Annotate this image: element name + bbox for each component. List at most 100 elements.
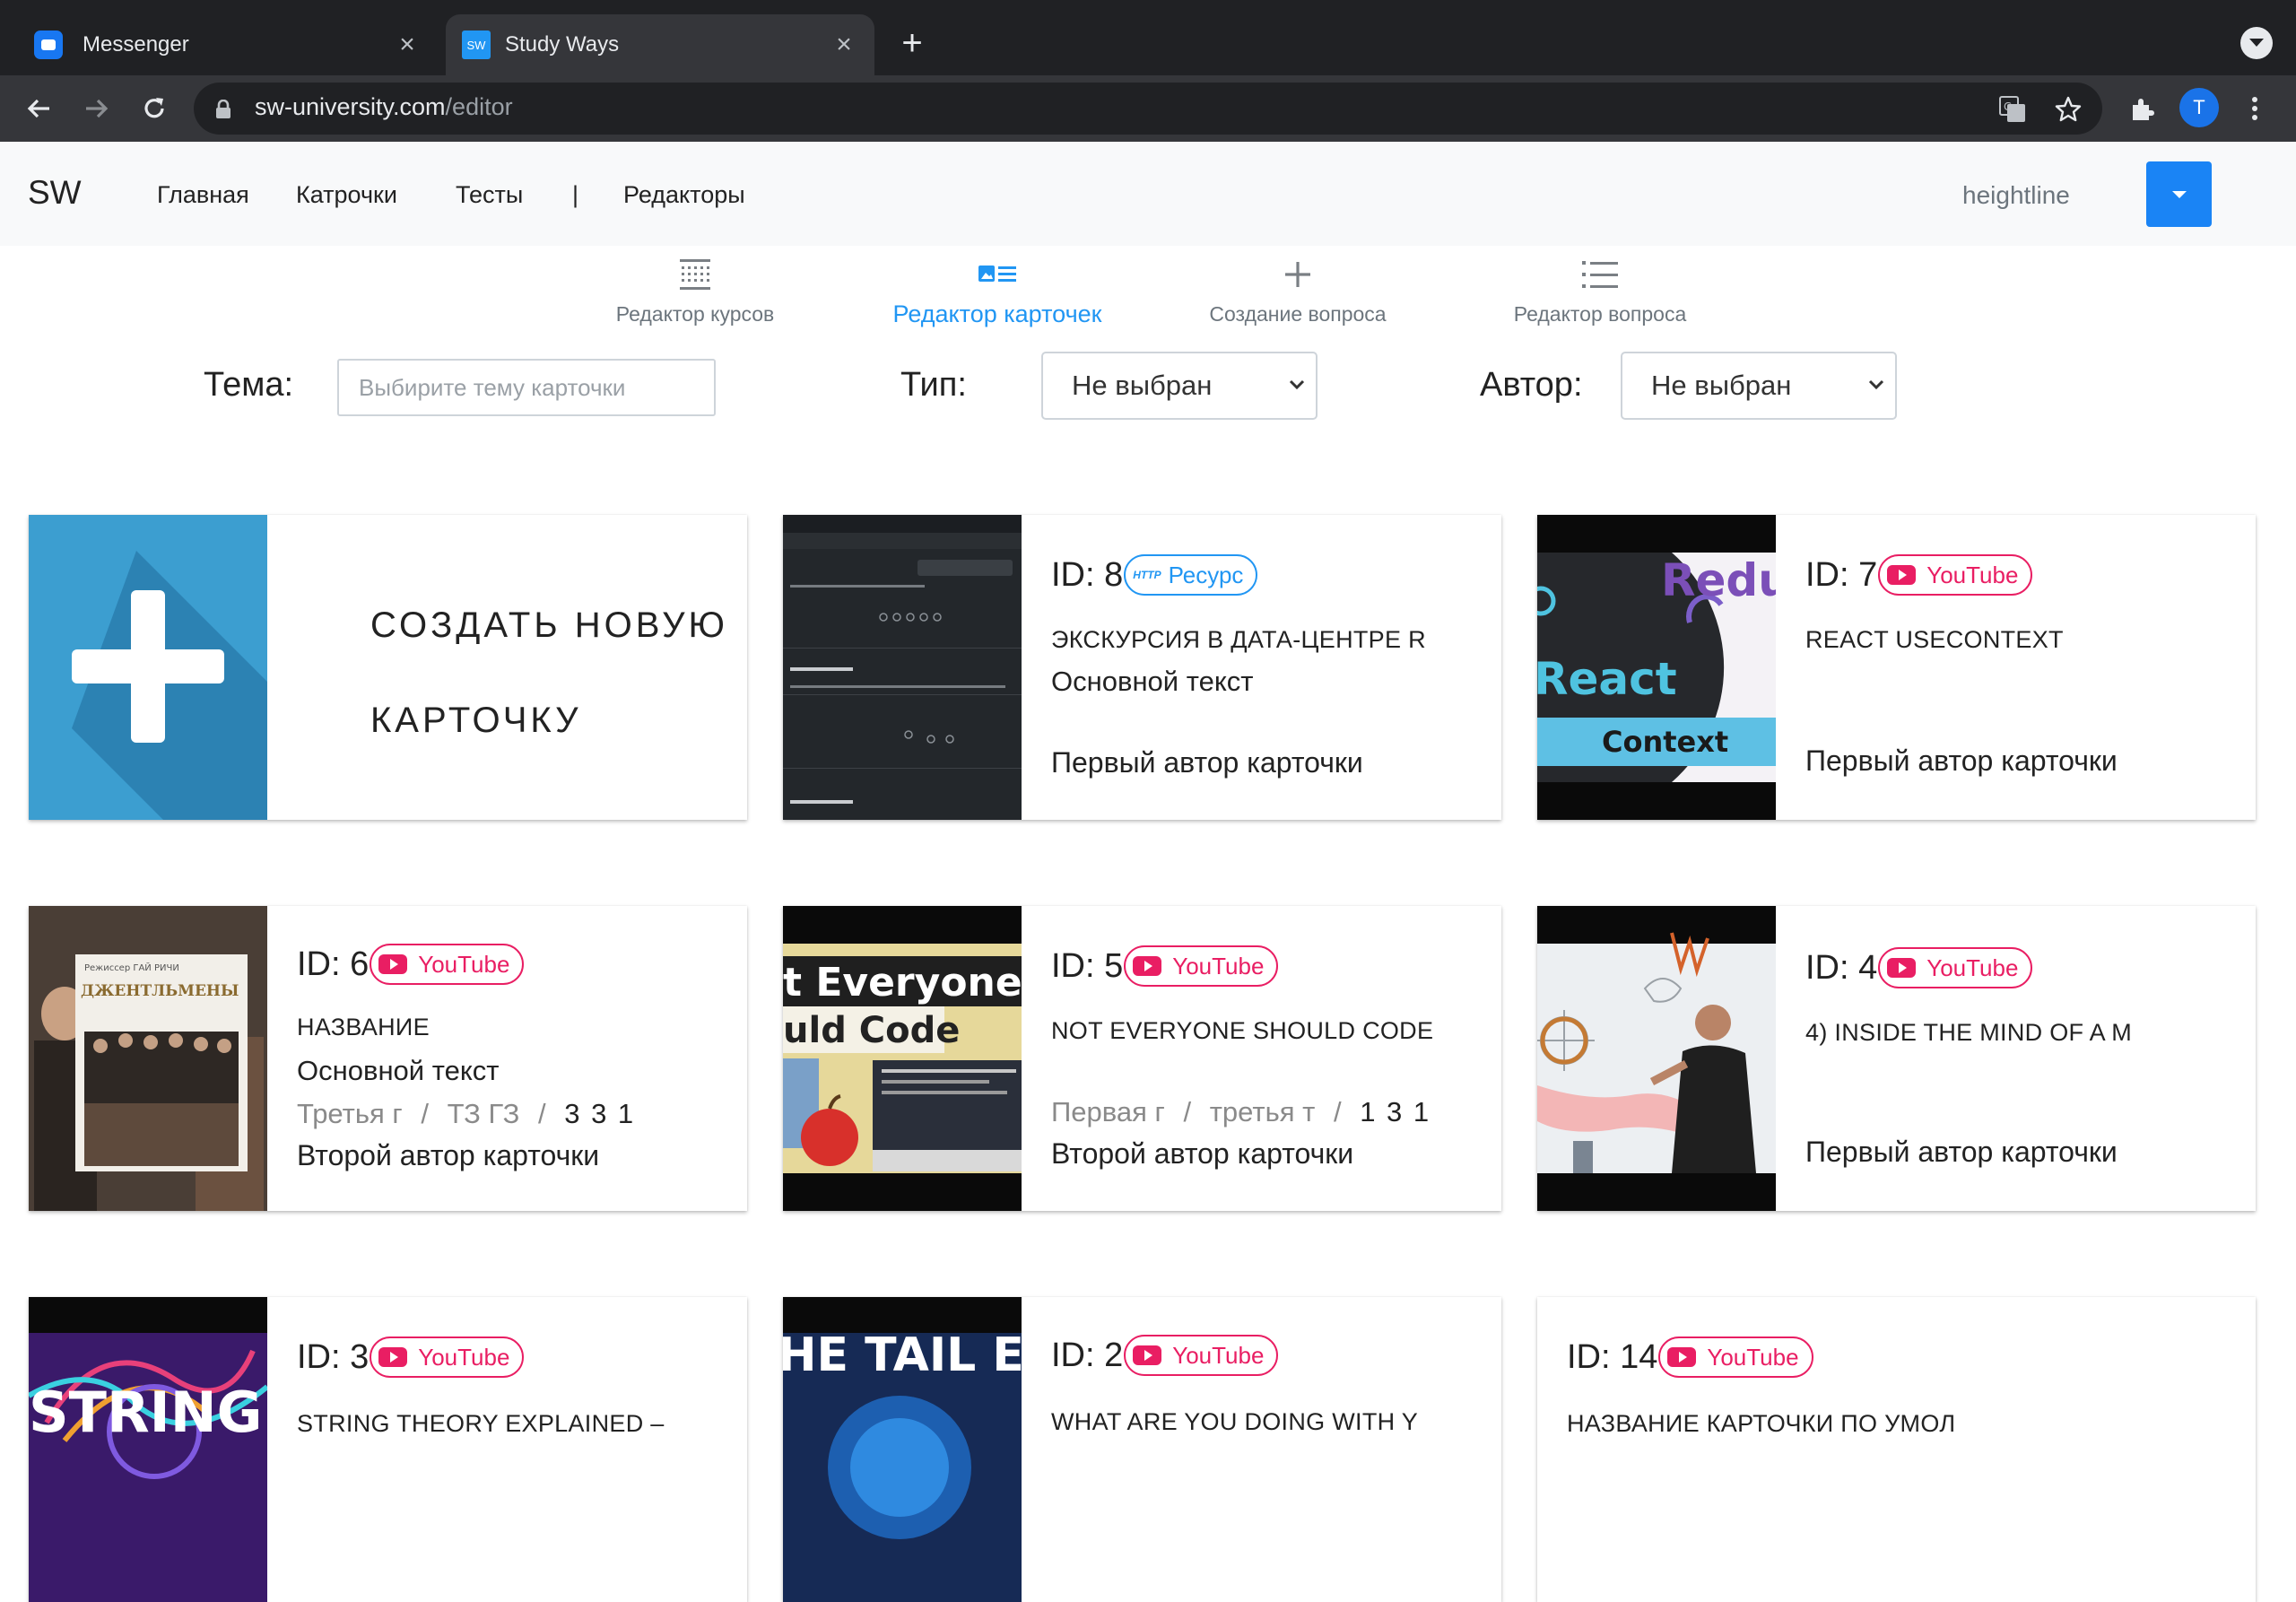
thumb-text: ДЖЕНТЛЬМЕНЫ [81,982,239,1000]
browser-tab-strip: Messenger × SW Study Ways × + [0,0,2296,75]
card-id: ID: 3 [297,1337,370,1376]
create-card-button[interactable]: СОЗДАТЬ НОВУЮ КАРТОЧКУ [29,515,747,820]
badge-label: YouTube [1926,561,2019,588]
user-menu-dropdown-button[interactable] [2146,161,2212,227]
username: heightline [1962,181,2070,209]
close-icon[interactable]: × [389,27,425,63]
type-select-value: Не выбран [1072,370,1213,401]
card-id: ID: 2 [1051,1336,1124,1374]
forward-button[interactable] [76,89,116,128]
youtube-badge: YouTube [370,944,525,985]
card-thumbnail: Режиссер ГАЙ РИЧИ ДЖЕНТЛЬМЕНЫ [29,906,267,1211]
tab-search-button[interactable] [2240,27,2273,59]
tab-label: Редактор карточек [892,300,1102,327]
nav-divider: | [572,181,579,208]
badge-label: YouTube [1172,1341,1265,1369]
nav-link-cards[interactable]: Катрочки [296,181,397,209]
card-header: ID: 4 YouTube [1805,947,2033,988]
reload-icon [144,98,164,118]
browser-tab-messenger[interactable]: Messenger × [16,14,438,75]
card-meta: Первая г / третья т / 1 3 1 [1051,1096,1431,1128]
create-card-line1: СОЗДАТЬ НОВУЮ [370,605,728,645]
http-icon: HTTP [1133,569,1161,581]
youtube-badge: YouTube [1658,1336,1813,1378]
extensions-icon[interactable] [2122,89,2161,128]
badge-label: Ресурс [1168,561,1244,588]
card-title: WHAT ARE YOU DOING WITH Y [1051,1408,1419,1435]
card-meta-numbers: 1 3 1 [1360,1096,1431,1127]
plus-icon [1163,256,1432,293]
card-meta-subgroup: третья т [1209,1096,1316,1127]
card-id: ID: 14 [1567,1337,1658,1376]
card-id: ID: 6 [297,945,370,983]
url-text: sw-university.com/editor [255,93,513,121]
card-6[interactable]: Режиссер ГАЙ РИЧИ ДЖЕНТЛЬМЕНЫ ID: 6 YouT… [29,906,747,1211]
bookmark-star-icon[interactable] [2052,93,2084,126]
type-select[interactable]: Не выбран [1041,352,1318,420]
author-select[interactable]: Не выбран [1621,352,1897,420]
new-tab-button[interactable]: + [894,25,930,61]
card-author: Второй автор карточки [1051,1137,1354,1170]
tab-label: Редактор курсов [615,302,775,326]
tab-create-question[interactable]: Создание вопроса [1163,256,1432,326]
meta-separator: / [421,1098,429,1129]
tab-course-editor[interactable]: Редактор курсов [561,256,830,326]
profile-avatar[interactable]: T [2179,88,2219,127]
card-5[interactable]: t Everyone uld Code ID: 5 YouTube NOT EV… [783,906,1501,1211]
thumb-text: React [1537,653,1677,705]
card-2[interactable]: HE TAIL EN ID: 2 YouTube WHAT ARE YOU DO… [783,1297,1501,1602]
youtube-icon [1133,1345,1162,1365]
badge-label: YouTube [418,950,510,978]
back-button[interactable] [20,89,59,128]
card-text: Основной текст [297,1055,500,1086]
grid-icon [561,256,830,293]
card-14[interactable]: ID: 14 YouTube НАЗВАНИЕ КАРТОЧКИ ПО УМОЛ [1537,1297,2256,1602]
card-id: ID: 4 [1805,948,1878,987]
card-id: ID: 8 [1051,555,1124,594]
tab-label: Создание вопроса [1209,302,1387,326]
translate-icon[interactable]: G [1996,93,2029,126]
lock-icon [216,100,230,118]
browser-tab-study-ways[interactable]: SW Study Ways × [446,14,874,75]
card-author: Первый автор карточки [1805,1136,2118,1168]
card-header: ID: 14 YouTube [1567,1336,1813,1378]
card-3[interactable]: STRING ID: 3 YouTube STRING THEORY EXPLA… [29,1297,747,1602]
address-bar[interactable]: sw-university.com/editor G [194,83,2102,135]
card-text: Основной текст [1051,666,1254,697]
svg-text:Режиссер ГАЙ РИЧИ: Режиссер ГАЙ РИЧИ [84,962,179,973]
card-body: ID: 3 YouTube STRING THEORY EXPLAINED – [267,1297,747,1602]
tab-title: Study Ways [505,32,620,57]
nav-link-tests[interactable]: Тесты [456,181,523,209]
card-7[interactable]: Redu React Context ID: 7 YouTube REACT U… [1537,515,2256,820]
nav-link-editors[interactable]: Редакторы [623,181,745,209]
nav-link-home[interactable]: Главная [157,181,249,209]
sw-icon: SW [462,30,491,59]
chevron-down-icon [1289,379,1305,390]
brand-logo[interactable]: SW [28,174,82,212]
badge-label: YouTube [1926,953,2019,981]
youtube-icon [1887,958,1917,978]
tab-question-editor[interactable]: Редактор вопроса [1465,256,1735,326]
youtube-badge: YouTube [1124,1335,1279,1376]
thumb-text: Redu [1661,554,1776,606]
card-thumbnail: Redu React Context [1537,515,1776,820]
card-4[interactable]: ID: 4 YouTube 4) INSIDE THE MIND OF A M … [1537,906,2256,1211]
tab-card-editor[interactable]: Редактор карточек [863,256,1132,328]
reload-button[interactable] [135,89,174,128]
youtube-icon [378,1347,408,1367]
meta-separator: / [537,1098,546,1129]
card-meta-group: Первая г [1051,1096,1165,1127]
card-body: ID: 8 HTTP Ресурс ЭКСКУРСИЯ В ДАТА-ЦЕНТРЕ… [1022,515,1501,820]
url-host: sw-university.com [255,93,446,120]
meta-separator: / [1183,1096,1192,1127]
close-icon[interactable]: × [826,27,862,63]
card-author: Второй автор карточки [297,1139,600,1171]
card-title: НАЗВАНИЕ КАРТОЧКИ ПО УМОЛ [1567,1410,1956,1437]
browser-menu-icon[interactable] [2235,89,2274,128]
thumb-text: uld Code [783,1010,960,1051]
author-label: Автор: [1480,366,1583,404]
topic-input[interactable] [337,359,716,416]
card-title: STRING THEORY EXPLAINED – [297,1410,665,1437]
topic-label: Тема: [204,366,294,404]
card-8[interactable]: ID: 8 HTTP Ресурс ЭКСКУРСИЯ В ДАТА-ЦЕНТРЕ… [783,515,1501,820]
